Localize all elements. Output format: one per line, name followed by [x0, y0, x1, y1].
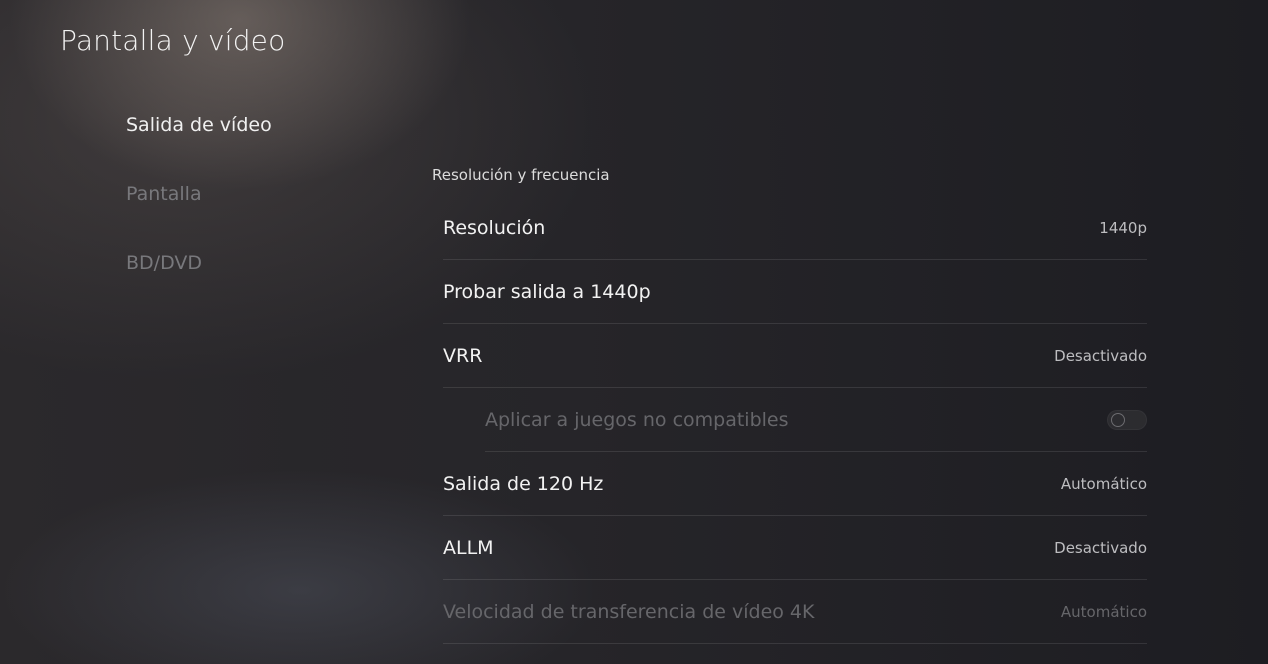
setting-120hz-output[interactable]: Salida de 120 Hz Automático [443, 452, 1147, 516]
setting-label: ALLM [443, 536, 494, 559]
page-title: Pantalla y vídeo [60, 24, 286, 57]
sidebar-item-bd-dvd[interactable]: BD/DVD [126, 252, 272, 321]
setting-vrr[interactable]: VRR Desactivado [443, 324, 1147, 388]
setting-value: Desactivado [1054, 538, 1147, 557]
setting-value: Automático [1060, 602, 1147, 621]
setting-value: 1440p [1099, 218, 1147, 237]
setting-4k-transfer-rate[interactable]: Velocidad de transferencia de vídeo 4K A… [443, 580, 1147, 644]
sidebar-nav: Salida de vídeo Pantalla BD/DVD [126, 114, 272, 321]
setting-label: Aplicar a juegos no compatibles [485, 408, 789, 431]
setting-test-output[interactable]: Probar salida a 1440p [443, 260, 1147, 324]
settings-list: Resolución 1440p Probar salida a 1440p V… [443, 196, 1147, 644]
toggle-switch[interactable] [1107, 409, 1147, 430]
setting-label: Probar salida a 1440p [443, 280, 651, 303]
setting-value: Desactivado [1054, 346, 1147, 365]
setting-resolution[interactable]: Resolución 1440p [443, 196, 1147, 260]
section-heading: Resolución y frecuencia [432, 166, 610, 184]
setting-allm[interactable]: ALLM Desactivado [443, 516, 1147, 580]
sidebar-item-display[interactable]: Pantalla [126, 183, 272, 252]
setting-label: Resolución [443, 216, 546, 239]
setting-apply-unsupported-games[interactable]: Aplicar a juegos no compatibles [485, 388, 1147, 452]
setting-label: Velocidad de transferencia de vídeo 4K [443, 600, 815, 623]
setting-label: Salida de 120 Hz [443, 472, 604, 495]
toggle-knob [1111, 412, 1125, 427]
sidebar-item-video-output[interactable]: Salida de vídeo [126, 114, 272, 183]
setting-label: VRR [443, 344, 483, 367]
setting-value: Automático [1060, 474, 1147, 493]
